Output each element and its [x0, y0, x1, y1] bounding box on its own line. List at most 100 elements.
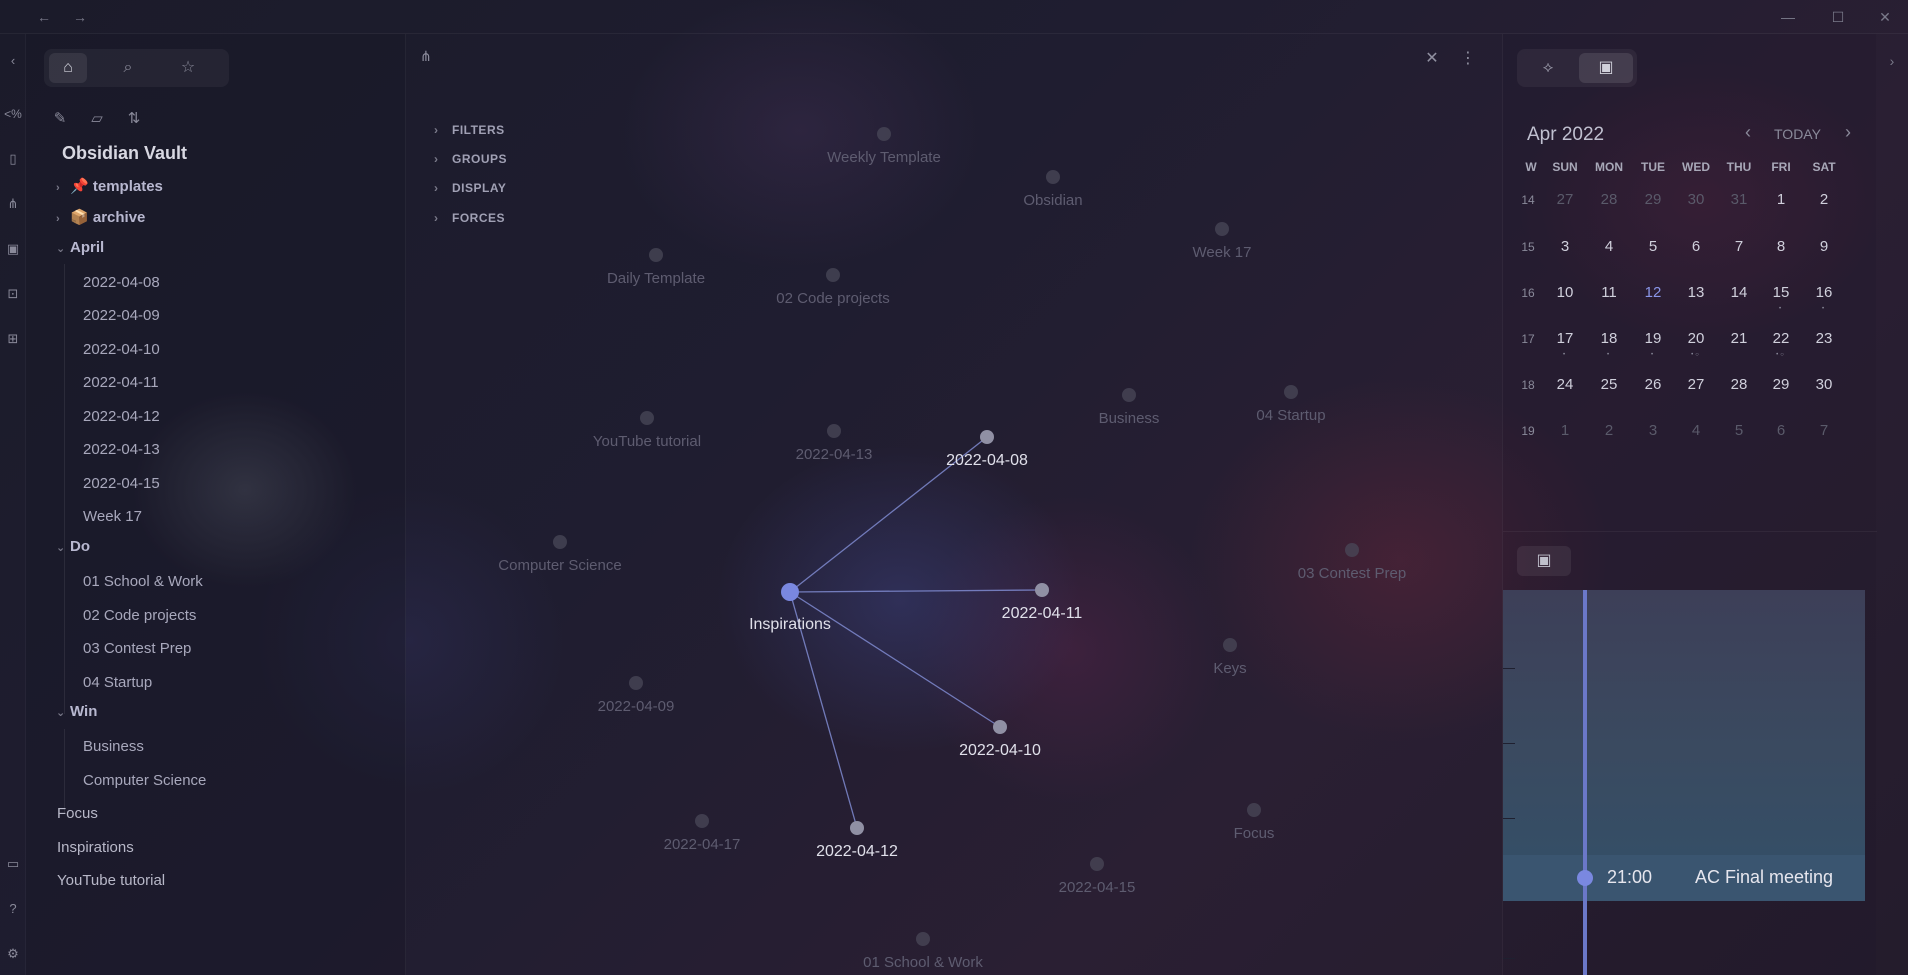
file-item[interactable]: 2022-04-11: [83, 374, 159, 391]
folder-win[interactable]: ⌄ Win: [56, 703, 97, 720]
file-item[interactable]: Business: [83, 738, 144, 755]
graph-node-faded[interactable]: [640, 411, 654, 425]
templater-icon[interactable]: <%: [3, 104, 23, 124]
calendar-week-number[interactable]: 17: [1516, 332, 1540, 346]
graph-icon[interactable]: ⋔: [3, 194, 23, 214]
graph-node-faded[interactable]: [629, 676, 643, 690]
calendar-day[interactable]: 24: [1544, 376, 1586, 393]
calendar-check-icon[interactable]: ▣: [3, 239, 23, 259]
calendar-day[interactable]: 26: [1632, 376, 1674, 393]
sort-icon[interactable]: ⇅: [122, 107, 146, 131]
calendar-day[interactable]: 5: [1718, 422, 1760, 439]
today-button[interactable]: TODAY: [1774, 126, 1821, 142]
calendar-day[interactable]: 6: [1675, 238, 1717, 255]
calendar-day[interactable]: 2: [1588, 422, 1630, 439]
calendar-day[interactable]: 9: [1803, 238, 1845, 255]
calendar-day[interactable]: 7: [1803, 422, 1845, 439]
graph-view[interactable]: ⋔ ✕ ⋮ › FILTERS › GROUPS › DISPLAY › FORCES …: [406, 34, 1502, 975]
star-icon[interactable]: ☆: [169, 53, 207, 83]
calendar-day[interactable]: 28: [1588, 191, 1630, 208]
graph-node-faded[interactable]: [826, 268, 840, 282]
file-item[interactable]: Computer Science: [83, 772, 206, 789]
calendar-week-number[interactable]: 19: [1516, 424, 1540, 438]
collapse-left-icon[interactable]: ‹: [3, 51, 23, 71]
calendar-day[interactable]: 8: [1760, 238, 1802, 255]
calendar-day[interactable]: 16: [1803, 284, 1845, 301]
new-note-icon[interactable]: ✎: [48, 107, 72, 131]
calendar-day[interactable]: 3: [1544, 238, 1586, 255]
calendar-day[interactable]: 30: [1803, 376, 1845, 393]
graph-node[interactable]: [1035, 583, 1049, 597]
graph-node[interactable]: [993, 720, 1007, 734]
search-icon[interactable]: ⌕: [109, 53, 147, 83]
graph-node-faded[interactable]: [1284, 385, 1298, 399]
chevron-left-icon[interactable]: ‹: [1745, 122, 1751, 143]
new-folder-icon[interactable]: ▱: [85, 107, 109, 131]
graph-node-faded[interactable]: [1223, 638, 1237, 652]
calendar-day[interactable]: 29: [1632, 191, 1674, 208]
graph-node-faded[interactable]: [553, 535, 567, 549]
calendar-week-number[interactable]: 15: [1516, 240, 1540, 254]
graph-node[interactable]: [980, 430, 994, 444]
file-item[interactable]: 02 Code projects: [83, 607, 196, 624]
calendar-day[interactable]: 19: [1632, 330, 1674, 347]
calendar-week-number[interactable]: 18: [1516, 378, 1540, 392]
graph-node[interactable]: [850, 821, 864, 835]
calendar-day[interactable]: 15: [1760, 284, 1802, 301]
file-item[interactable]: YouTube tutorial: [57, 872, 165, 889]
graph-canvas[interactable]: Weekly Template Obsidian Week 17 Daily Temp…: [406, 34, 1502, 975]
calendar-day[interactable]: 11: [1588, 284, 1630, 301]
calendar-day[interactable]: 30: [1675, 191, 1717, 208]
calendar-day[interactable]: 10: [1544, 284, 1586, 301]
calendar-day[interactable]: 7: [1718, 238, 1760, 255]
file-item[interactable]: 03 Contest Prep: [83, 640, 191, 657]
calendar-day[interactable]: 29: [1760, 376, 1802, 393]
calendar-day[interactable]: 28: [1718, 376, 1760, 393]
graph-node-faded[interactable]: [1090, 857, 1104, 871]
graph-node-faded[interactable]: [695, 814, 709, 828]
calendar-day[interactable]: 1: [1760, 191, 1802, 208]
graph-sparkle-icon[interactable]: ⟡: [1521, 53, 1575, 83]
graph-node-faded[interactable]: [916, 932, 930, 946]
folder-do[interactable]: ⌄ Do: [56, 538, 90, 555]
calendar-day[interactable]: 2: [1803, 191, 1845, 208]
calendar-day[interactable]: 22: [1760, 330, 1802, 347]
arrow-left-icon[interactable]: ←: [33, 6, 55, 28]
graph-link[interactable]: [789, 591, 1001, 728]
help-icon[interactable]: ?: [3, 899, 23, 919]
event-title[interactable]: AC Final meeting: [1695, 867, 1833, 888]
file-item[interactable]: Focus: [57, 805, 98, 822]
calendar-day[interactable]: 18: [1588, 330, 1630, 347]
graph-node-faded[interactable]: [1122, 388, 1136, 402]
file-item[interactable]: Week 17: [83, 508, 142, 525]
file-item[interactable]: 2022-04-15: [83, 475, 160, 492]
calendar-day[interactable]: 23: [1803, 330, 1845, 347]
calendar-day[interactable]: 5: [1632, 238, 1674, 255]
calendar-day[interactable]: 20: [1675, 330, 1717, 347]
folder-april[interactable]: ⌄ April: [56, 239, 104, 256]
calendar-day[interactable]: 21: [1718, 330, 1760, 347]
file-item[interactable]: 2022-04-10: [83, 341, 160, 358]
calendar-day[interactable]: 13: [1675, 284, 1717, 301]
graph-link[interactable]: [789, 589, 1043, 593]
grid-icon[interactable]: ⊞: [3, 329, 23, 349]
graph-node-faded[interactable]: [1345, 543, 1359, 557]
calendar-check-icon[interactable]: ▣: [1517, 546, 1571, 576]
file-item[interactable]: Inspirations: [57, 839, 134, 856]
folder-archive[interactable]: › 📦 archive: [56, 208, 145, 226]
calendar-check-icon[interactable]: ▣: [1579, 53, 1633, 83]
settings-icon[interactable]: ⚙: [3, 944, 23, 964]
graph-node-center[interactable]: [781, 583, 799, 601]
terminal-icon[interactable]: ⊡: [3, 284, 23, 304]
calendar-day[interactable]: 17: [1544, 330, 1586, 347]
calendar-day[interactable]: 27: [1675, 376, 1717, 393]
folder-templates[interactable]: › 📌 templates: [56, 177, 163, 195]
chevron-right-icon[interactable]: ›: [1845, 122, 1851, 143]
calendar-day[interactable]: 4: [1675, 422, 1717, 439]
arrow-right-icon[interactable]: →: [69, 6, 91, 28]
file-search-icon[interactable]: ▯: [3, 149, 23, 169]
calendar-day[interactable]: 6: [1760, 422, 1802, 439]
file-item[interactable]: 2022-04-13: [83, 441, 160, 458]
graph-node-faded[interactable]: [1215, 222, 1229, 236]
calendar-week-number[interactable]: 16: [1516, 286, 1540, 300]
